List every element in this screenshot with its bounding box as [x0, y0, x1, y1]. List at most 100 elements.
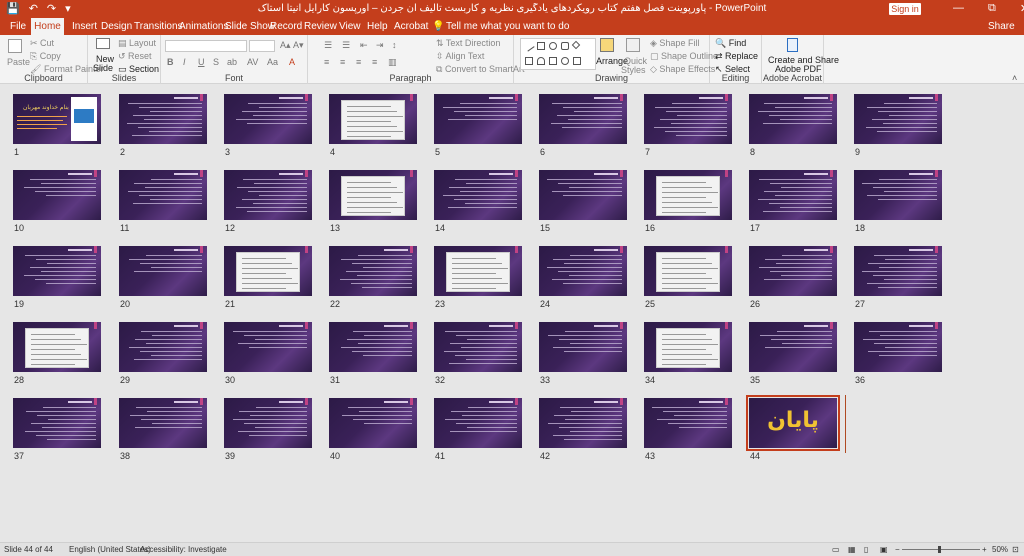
- accessibility-status[interactable]: Accessibility: Investigate: [140, 545, 227, 554]
- cut-button[interactable]: ✂ Cut: [30, 38, 54, 49]
- slide-thumbnail[interactable]: [224, 94, 312, 144]
- shapes-gallery[interactable]: [520, 38, 596, 70]
- justify-icon[interactable]: ≡: [372, 57, 377, 67]
- change-case-button[interactable]: Aa: [267, 57, 278, 67]
- slide-thumbnail[interactable]: [329, 322, 417, 372]
- line-spacing-icon[interactable]: ↕: [392, 40, 397, 50]
- slide-thumbnail[interactable]: [224, 246, 312, 296]
- minimize-icon[interactable]: —: [953, 2, 964, 15]
- diamond-shape-icon[interactable]: [571, 40, 581, 50]
- slide-thumbnail[interactable]: [13, 246, 101, 296]
- reset-button[interactable]: ↺ Reset: [118, 51, 152, 62]
- slide-thumbnail[interactable]: [539, 246, 627, 296]
- textbox-shape-icon[interactable]: [525, 57, 533, 65]
- slide-thumbnail[interactable]: [119, 94, 207, 144]
- slide-thumbnail[interactable]: [749, 170, 837, 220]
- slide-thumbnail[interactable]: [13, 322, 101, 372]
- collapse-ribbon-icon[interactable]: ˄: [1012, 73, 1017, 83]
- tab-design[interactable]: Design: [101, 21, 132, 32]
- paste-button[interactable]: Paste: [7, 57, 30, 67]
- slide-thumbnail[interactable]: [749, 322, 837, 372]
- slide-thumbnail[interactable]: [644, 94, 732, 144]
- line-shape-icon[interactable]: [523, 40, 535, 52]
- tab-help[interactable]: Help: [367, 21, 388, 32]
- slide-thumbnail[interactable]: [434, 170, 522, 220]
- spacing-button[interactable]: AV: [247, 57, 258, 67]
- align-text-button[interactable]: ⇳ Align Text: [436, 51, 484, 62]
- tab-record[interactable]: Record: [270, 21, 302, 32]
- find-button[interactable]: 🔍 Find: [715, 38, 746, 49]
- slide-thumbnail[interactable]: [854, 94, 942, 144]
- replace-button[interactable]: ⇄ Replace: [715, 51, 758, 62]
- slide-thumbnail[interactable]: [854, 246, 942, 296]
- increase-indent-icon[interactable]: ⇥: [376, 40, 384, 51]
- font-family-combo[interactable]: [165, 40, 247, 52]
- zoom-slider-thumb[interactable]: [938, 546, 941, 553]
- slide-thumbnail[interactable]: [539, 322, 627, 372]
- numbering-icon[interactable]: ☰: [342, 40, 350, 51]
- copy-button[interactable]: ⎘ Copy: [30, 51, 61, 62]
- layout-button[interactable]: ▤ Layout: [118, 38, 156, 49]
- align-right-icon[interactable]: ≡: [356, 57, 361, 67]
- quick-styles-icon[interactable]: [626, 38, 640, 52]
- shadow-button[interactable]: ab: [227, 57, 237, 67]
- grow-font-icon[interactable]: A▴: [280, 40, 291, 51]
- rounded-rect-shape-icon[interactable]: [561, 42, 569, 50]
- slide-thumbnail[interactable]: [539, 170, 627, 220]
- slide-thumbnail[interactable]: [644, 246, 732, 296]
- shrink-font-icon[interactable]: A▾: [293, 40, 304, 51]
- slide-thumbnail[interactable]: [329, 94, 417, 144]
- zoom-in-icon[interactable]: +: [982, 545, 987, 554]
- slide-thumbnail[interactable]: [329, 246, 417, 296]
- zoom-level[interactable]: 50%: [992, 545, 1008, 554]
- slide-thumbnail[interactable]: [644, 322, 732, 372]
- slide-thumbnail[interactable]: [644, 170, 732, 220]
- zoom-slider[interactable]: [902, 549, 980, 550]
- slide-thumbnail[interactable]: [644, 398, 732, 448]
- slide-thumbnail[interactable]: [434, 246, 522, 296]
- slide-thumbnail[interactable]: [119, 322, 207, 372]
- tab-insert[interactable]: Insert: [72, 21, 97, 32]
- tab-file[interactable]: File: [10, 21, 26, 32]
- shape-outline-button[interactable]: ▢ Shape Outline: [650, 51, 718, 62]
- align-left-icon[interactable]: ≡: [324, 57, 329, 67]
- shape-fill-button[interactable]: ◈ Shape Fill: [650, 38, 699, 49]
- slideshow-view-icon[interactable]: ▣: [880, 545, 888, 554]
- new-slide-icon[interactable]: [96, 38, 110, 49]
- slide-thumbnail[interactable]: بنام خداوند مهربان: [13, 94, 101, 144]
- slide-thumbnail[interactable]: پایان: [746, 395, 840, 451]
- slide-thumbnail[interactable]: [749, 94, 837, 144]
- slide-thumbnail[interactable]: [13, 398, 101, 448]
- triangle-shape-icon[interactable]: [549, 57, 557, 65]
- tab-view[interactable]: View: [339, 21, 361, 32]
- slide-thumbnail[interactable]: [119, 170, 207, 220]
- tab-acrobat[interactable]: Acrobat: [394, 21, 428, 32]
- tab-home[interactable]: Home: [31, 18, 64, 35]
- arc-shape-icon[interactable]: [537, 57, 545, 65]
- sign-in-button[interactable]: Sign in: [889, 3, 921, 15]
- columns-icon[interactable]: ▥: [388, 57, 397, 68]
- slide-sorter-view-icon[interactable]: ▦: [848, 545, 856, 554]
- reading-view-icon[interactable]: ▯: [864, 545, 868, 554]
- slide-thumbnail[interactable]: [224, 170, 312, 220]
- font-size-combo[interactable]: [249, 40, 275, 52]
- new-slide-label2[interactable]: Slide: [93, 63, 113, 73]
- italic-button[interactable]: I: [183, 57, 186, 67]
- slide-thumbnail[interactable]: [119, 398, 207, 448]
- slide-thumbnail[interactable]: [434, 322, 522, 372]
- oval-shape-icon[interactable]: [549, 42, 557, 50]
- text-direction-button[interactable]: ⇅ Text Direction: [436, 38, 500, 49]
- arrange-icon[interactable]: [600, 38, 614, 52]
- rectangle-shape-icon[interactable]: [537, 42, 545, 50]
- slide-thumbnail[interactable]: [224, 398, 312, 448]
- tab-slide-show[interactable]: Slide Show: [225, 21, 275, 32]
- slide-thumbnail[interactable]: [119, 246, 207, 296]
- paste-icon[interactable]: [8, 39, 22, 53]
- slide-thumbnail[interactable]: [224, 322, 312, 372]
- fit-slide-icon[interactable]: ⊡: [1012, 545, 1019, 554]
- align-center-icon[interactable]: ≡: [340, 57, 345, 67]
- bullets-icon[interactable]: ☰: [324, 40, 332, 51]
- slide-thumbnail[interactable]: [13, 170, 101, 220]
- smiley-shape-icon[interactable]: [561, 57, 569, 65]
- slide-thumbnail[interactable]: [539, 398, 627, 448]
